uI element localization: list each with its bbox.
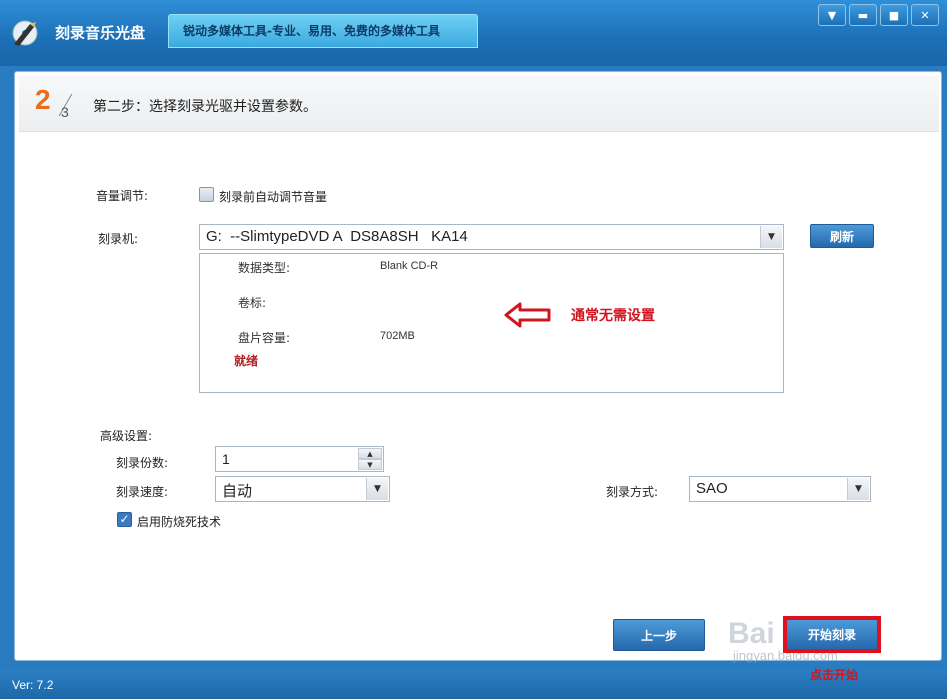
volume-name-label: 卷标: [238,296,267,310]
music-cd-burn-icon [12,20,38,46]
mode-select[interactable]: SAO ▼ [689,476,871,502]
copies-value: 1 [222,451,230,467]
volume-checkbox[interactable] [199,187,214,202]
left-arrow-icon [504,302,551,328]
menu-down-icon[interactable]: ▼ [818,4,846,26]
speed-select[interactable]: 自动 ▼ [215,476,390,502]
volume-label: 音量调节: [96,189,149,203]
chevron-down-icon[interactable]: ▼ [760,226,782,248]
stepper-buttons: ▲ ▼ [358,448,382,470]
copies-stepper[interactable]: 1 ▲ ▼ [215,446,384,472]
start-burn-button[interactable]: 开始刻录 [783,616,881,653]
step-total: 3 [61,104,69,120]
capacity-value: 702MB [380,330,415,342]
version-text: Ver: 7.2 [12,678,54,692]
refresh-button[interactable]: 刷新 [810,224,874,248]
disc-type-value: Blank CD-R [380,260,439,272]
volume-checkbox-label[interactable]: 刻录前自动调节音量 [219,188,327,205]
close-icon[interactable]: ✕ [911,4,939,26]
step-header: 2 3 第二步：选择刻录光驱并设置参数。 [19,76,939,132]
disc-type-label: 数据类型: [238,261,291,275]
main-panel: 2 3 第二步：选择刻录光驱并设置参数。 音量调节: 刻录前自动调节音量 刻录机… [14,71,942,661]
window-controls: ▼ ▬ ■ ✕ [818,4,939,26]
stepper-down-icon[interactable]: ▼ [358,459,382,470]
stepper-up-icon[interactable]: ▲ [358,448,382,459]
burner-select-value: G: --SlimtypeDVD A DS8A8SH KA14 [206,228,468,245]
advanced-label: 高级设置: [100,429,153,443]
speed-select-value: 自动 [222,483,253,500]
start-caption: 点击开始 [810,668,859,682]
minimize-icon[interactable]: ▬ [849,4,877,26]
status-bar: Ver: 7.2 [0,670,947,699]
annotation-text: 通常无需设置 [571,308,655,324]
disc-info-box: 数据类型: Blank CD-R 卷标: 盘片容量: 702MB 就绪 通常无需… [199,253,784,393]
slogan-tab: 锐动多媒体工具-专业、易用、免费的多媒体工具 [168,14,478,48]
burnproof-checkbox-label[interactable]: 启用防烧死技术 [137,513,221,530]
copies-label: 刻录份数: [116,456,169,470]
app-title: 刻录音乐光盘 [55,24,146,42]
maximize-icon[interactable]: ■ [880,4,908,26]
burner-select[interactable]: G: --SlimtypeDVD A DS8A8SH KA14 ▼ [199,224,784,250]
capacity-label: 盘片容量: [238,331,291,345]
chevron-down-icon[interactable]: ▼ [366,478,388,500]
prev-step-button[interactable]: 上一步 [613,619,705,651]
step-title: 第二步：选择刻录光驱并设置参数。 [93,99,317,115]
title-bar: 刻录音乐光盘 锐动多媒体工具-专业、易用、免费的多媒体工具 ▼ ▬ ■ ✕ [0,0,947,66]
burner-label: 刻录机: [98,232,139,246]
chevron-down-icon[interactable]: ▼ [847,478,869,500]
mode-select-value: SAO [696,480,728,497]
burnproof-checkbox[interactable]: ✓ [117,512,132,527]
mode-label: 刻录方式: [606,485,659,499]
status-text: 就绪 [234,354,259,368]
speed-label: 刻录速度: [116,485,169,499]
